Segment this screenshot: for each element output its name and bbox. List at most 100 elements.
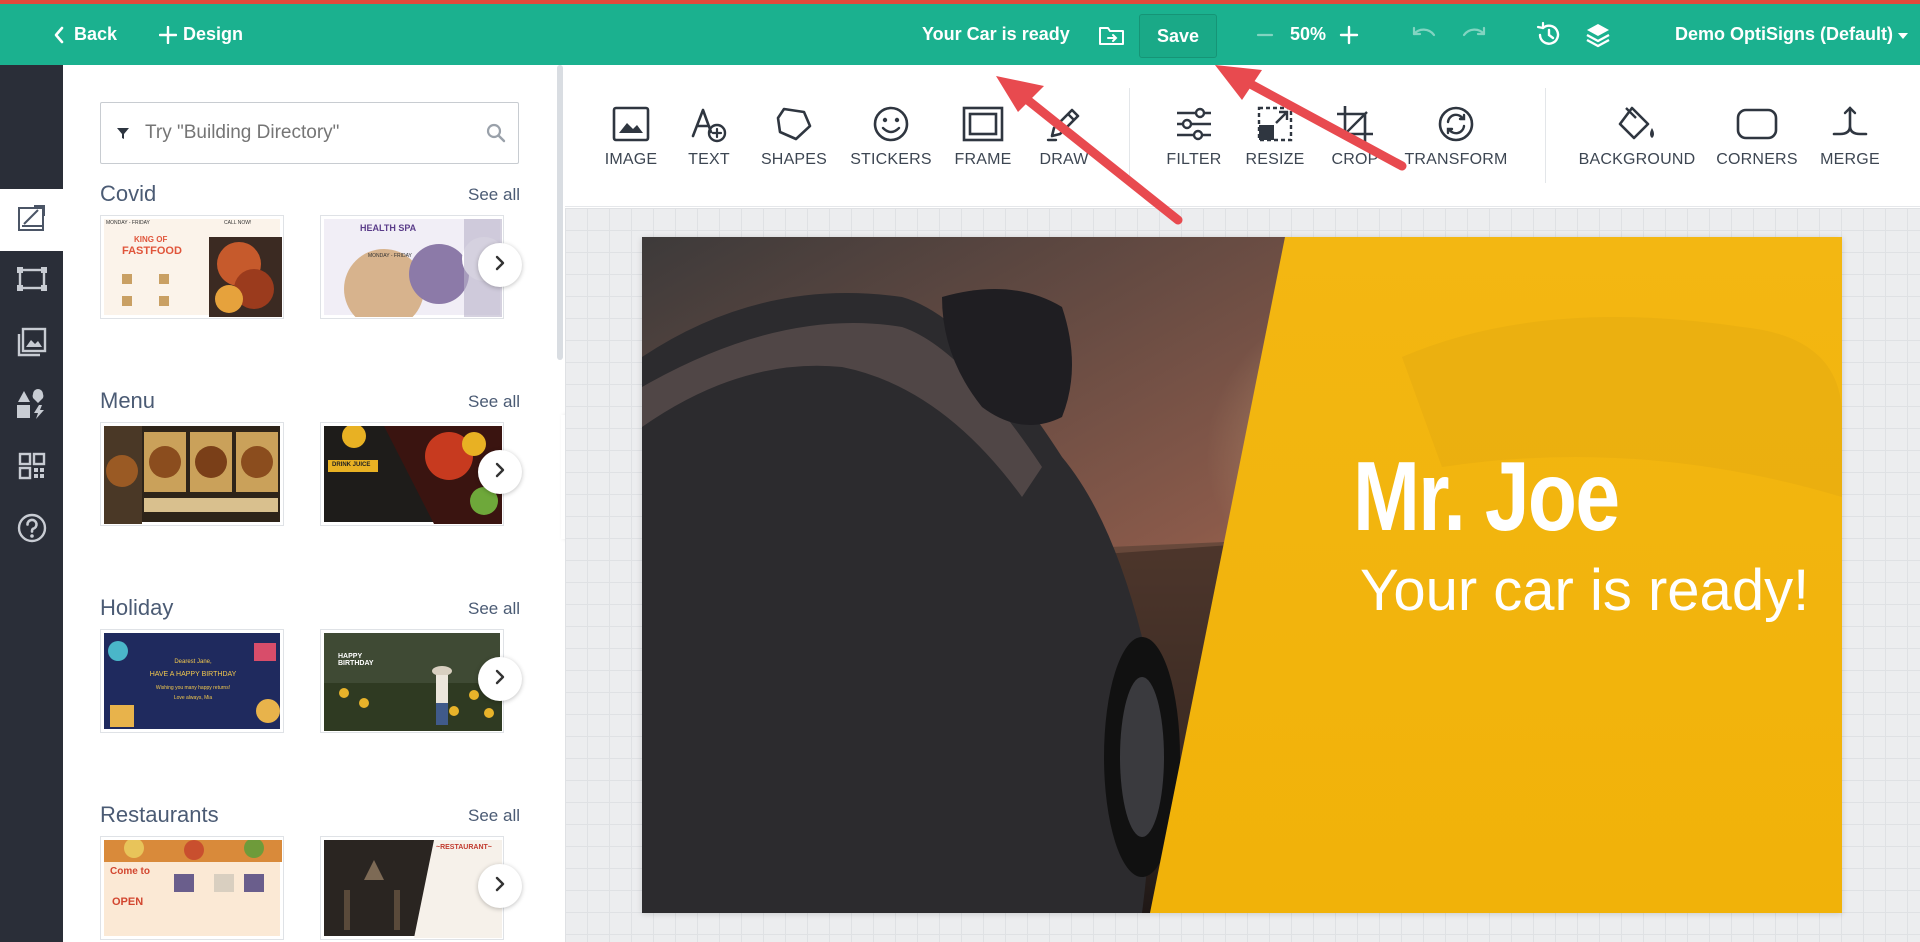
redo-button[interactable] [1460,4,1488,65]
carousel-next-button[interactable] [478,657,522,701]
text-icon [689,101,729,147]
design-label: Design [183,24,244,44]
thumb-text: KING OF [134,235,168,244]
zoom-out-button[interactable] [1256,4,1274,65]
search-icon[interactable] [474,123,518,143]
panel-scrollbar[interactable] [557,65,563,360]
tool-shapes[interactable]: SHAPES [744,101,844,169]
toolbar-divider [1545,88,1546,183]
template-thumbnail[interactable]: Come to OPEN [100,836,284,940]
see-all-link[interactable]: See all [468,185,520,205]
template-thumbnail[interactable]: HEALTH SPA MONDAY - FRIDAY [320,215,504,319]
crop-icon [1335,101,1375,147]
template-thumbnail[interactable] [100,422,284,526]
carousel-next-button[interactable] [478,243,522,287]
account-menu[interactable]: Demo OptiSigns (Default) [1675,4,1909,65]
template-thumbnail[interactable]: ~RESTAURANT~ [320,836,504,940]
chevron-left-icon [52,25,66,45]
apps-icon [15,388,49,425]
template-search [100,102,519,164]
tool-label: DRAW [1039,151,1089,168]
template-thumbnail[interactable]: HAPPY BIRTHDAY [320,629,504,733]
template-section-holiday: Holiday See all Dearest Jane, HAVE A HAP… [100,595,522,755]
document-name[interactable]: Your Car is ready [922,4,1070,65]
section-title: Restaurants [100,802,219,827]
search-input[interactable] [145,122,474,144]
history-button[interactable] [1535,4,1563,65]
tools-toolbar: IMAGE TEXT SHAPES STICKERS FRAME DRAW FI… [565,65,1920,207]
tool-corners[interactable]: CORNERS [1707,101,1807,169]
zoom-in-button[interactable] [1339,4,1359,65]
tool-transform[interactable]: TRANSFORM [1404,101,1507,169]
thumb-text: HAPPY BIRTHDAY [338,653,374,667]
history-icon [1535,21,1563,49]
tool-background[interactable]: BACKGROUND [1579,101,1695,169]
undo-button[interactable] [1410,4,1438,65]
tool-stickers[interactable]: STICKERS [841,101,941,169]
folder-save-icon [1098,23,1126,47]
toolbar-divider [1129,88,1130,183]
redo-icon [1460,24,1488,46]
design-subline[interactable]: Your car is ready! [1360,562,1809,620]
plus-icon [1339,25,1359,45]
thumb-text: DRINK JUICE [332,462,371,468]
image-icon [612,101,650,147]
template-section-menu: Menu See all DRINK JUICE [100,388,522,548]
paint-bucket-icon [1616,101,1658,147]
tool-label: IMAGE [604,151,658,168]
thumb-text: CALL NOW! [224,220,252,226]
tool-label: CROP [1331,151,1379,168]
tool-label: RESIZE [1245,151,1305,168]
tool-merge[interactable]: MERGE [1800,101,1900,169]
save-button[interactable]: Save [1139,14,1217,58]
nav-apps[interactable] [0,375,63,437]
chevron-right-icon [494,254,506,277]
plus-icon [159,25,177,44]
zoom-level: 50% [1290,24,1327,44]
left-nav-rail [0,65,63,942]
nav-media[interactable] [0,313,63,375]
chevron-right-icon [494,461,506,484]
gallery-icon [16,326,48,363]
tool-label: FILTER [1166,151,1222,168]
merge-icon [1830,101,1870,147]
new-design-button[interactable]: Design [159,4,243,65]
tool-label: BACKGROUND [1578,151,1696,168]
tool-label: FRAME [954,151,1012,168]
qr-code-icon [17,451,47,486]
chevron-right-icon [494,668,506,691]
layers-button[interactable] [1585,4,1611,65]
nav-help[interactable] [0,499,63,561]
chevron-right-icon [494,875,506,898]
design-headline[interactable]: Mr. Joe [1353,447,1620,545]
template-thumbnail[interactable]: MONDAY - FRIDAY CALL NOW! KING OF FASTFO… [100,215,284,319]
thumb-text: Wishing you many happy returns! [155,685,231,691]
transform-icon [1436,101,1476,147]
see-all-link[interactable]: See all [468,599,520,619]
see-all-link[interactable]: See all [468,806,520,826]
layers-icon [1585,22,1611,48]
save-to-folder-button[interactable] [1098,4,1126,65]
thumb-text: HEALTH SPA [360,223,417,233]
tool-crop[interactable]: CROP [1305,101,1405,169]
carousel-next-button[interactable] [478,450,522,494]
nav-widgets[interactable] [0,251,63,313]
thumb-text: Love always, Mia [173,695,213,701]
filter-icon[interactable] [101,126,145,140]
nav-qr-code[interactable] [0,437,63,499]
see-all-link[interactable]: See all [468,392,520,412]
back-button[interactable]: Back [52,4,117,65]
thumb-text: MONDAY - FRIDAY [368,253,412,259]
nav-templates[interactable] [0,189,63,251]
thumb-text: HAVE A HAPPY BIRTHDAY [149,671,237,678]
template-section-restaurants: Restaurants See all Come to OPEN ~RESTAU… [100,802,522,942]
thumb-text: ~RESTAURANT~ [436,844,492,851]
template-thumbnail[interactable]: DRINK JUICE [320,422,504,526]
template-section-covid: Covid See all MONDAY - FRIDAY CALL NOW! … [100,181,522,341]
editor-app: Back Design Your Car is ready Save 50% D… [0,0,1920,942]
carousel-next-button[interactable] [478,864,522,908]
tool-label: STICKERS [850,151,932,168]
tool-draw[interactable]: DRAW [1014,101,1114,169]
section-title: Menu [100,388,156,413]
template-thumbnail[interactable]: Dearest Jane, HAVE A HAPPY BIRTHDAY Wish… [100,629,284,733]
